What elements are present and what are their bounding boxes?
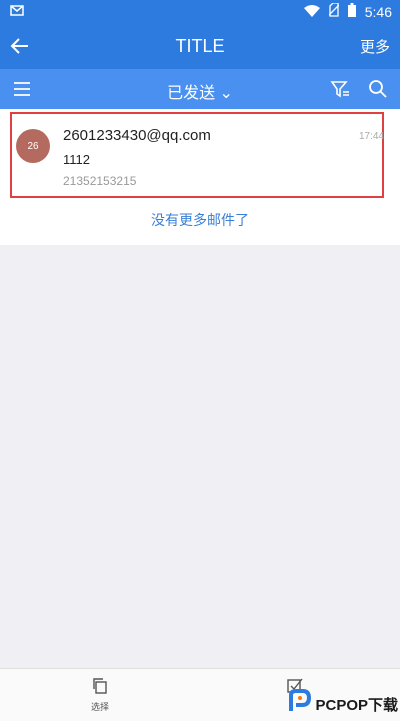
- mail-preview: 21352153215: [63, 174, 137, 188]
- copy-icon: [91, 678, 109, 699]
- mail-item[interactable]: 26 2601233430@qq.com 1112 21352153215 17…: [10, 112, 384, 198]
- folder-toolbar: 已发送 ⌄: [0, 69, 400, 109]
- clock-time: 5:46: [364, 3, 392, 20]
- watermark-logo-icon: [287, 688, 313, 720]
- mail-list: 26 2601233430@qq.com 1112 21352153215 17…: [0, 109, 400, 245]
- filter-icon[interactable]: [330, 79, 350, 99]
- no-more-mail-text: 没有更多邮件了: [151, 212, 249, 228]
- page-title: TITLE: [175, 36, 225, 56]
- watermark: PCPOP下载: [287, 688, 398, 720]
- no-sim-icon: [328, 2, 340, 20]
- battery-icon: [347, 3, 356, 20]
- avatar: 26: [16, 129, 50, 163]
- more-button[interactable]: 更多: [360, 36, 390, 57]
- status-bar: 5:46: [0, 0, 400, 24]
- wifi-icon: [303, 4, 320, 20]
- mail-sender: 2601233430@qq.com: [63, 127, 211, 144]
- search-icon[interactable]: [368, 79, 388, 99]
- select-label: 选择: [90, 702, 109, 712]
- mail-time: 17:44: [358, 131, 384, 142]
- mail-subject: 1112: [63, 152, 90, 167]
- mail-notification-icon: [10, 4, 24, 22]
- select-button[interactable]: 选择: [88, 677, 112, 713]
- watermark-text: PCPOP下载: [315, 696, 398, 714]
- title-bar: TITLE 更多: [0, 24, 400, 69]
